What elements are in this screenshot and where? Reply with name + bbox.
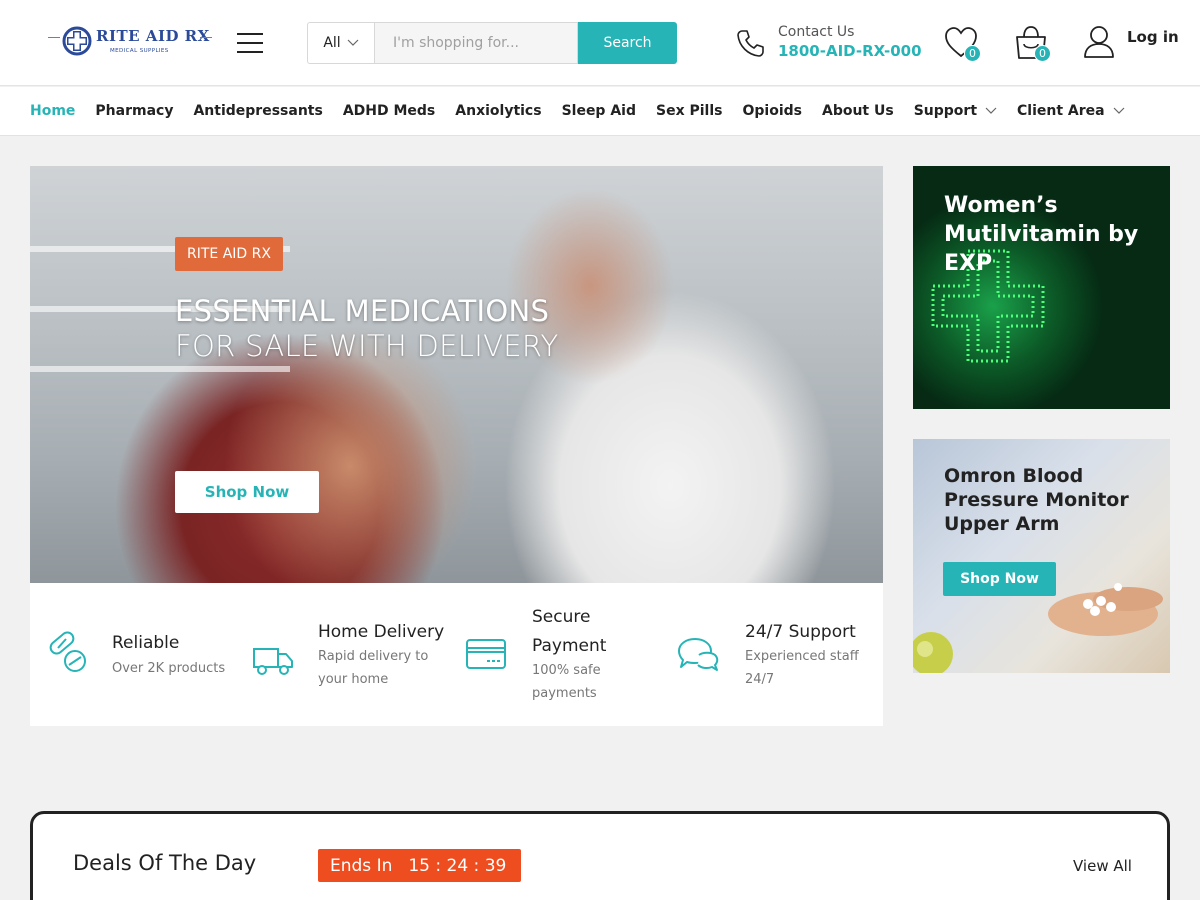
logo-name: RITE AID RX [96, 27, 210, 45]
countdown-value: 15 : 24 : 39 [408, 855, 507, 876]
hero-title: ESSENTIAL MEDICATIONS [175, 294, 550, 328]
feature-reliable: Reliable Over 2K products [30, 583, 240, 726]
cart-count-badge: 0 [1034, 45, 1051, 62]
nav-item-pharmacy[interactable]: Pharmacy [95, 103, 173, 119]
search-category-select[interactable]: All [307, 22, 374, 64]
feature-support: 24/7 Support Experienced staff 24/7 [665, 583, 883, 726]
logo-rule-left [48, 37, 60, 38]
nav-label: Support [913, 103, 978, 119]
feature-subtitle: Rapid delivery to your home [318, 649, 429, 687]
login-label: Log in [1127, 28, 1179, 46]
countdown-label: Ends In [330, 855, 393, 876]
nav-label: Pharmacy [95, 103, 174, 119]
user-icon [1084, 26, 1114, 58]
wishlist-count-badge: 0 [964, 45, 981, 62]
pharmacy-shelf [30, 366, 290, 372]
view-all-link[interactable]: View All [1073, 857, 1132, 875]
search-bar: All Search [307, 22, 677, 64]
nav-item-adhd-meds[interactable]: ADHD Meds [343, 103, 435, 119]
nav-label: Anxiolytics [455, 103, 542, 119]
multivitamin-promo-banner[interactable]: Women’s Mutilvitamin by EXP [913, 166, 1170, 409]
nav-label: Client Area [1017, 103, 1105, 119]
main-nav: Home Pharmacy Antidepressants ADHD Meds … [0, 87, 1200, 136]
feature-subtitle: Experienced staff 24/7 [745, 649, 859, 687]
feature-secure-payment: Secure Payment 100% safe payments [455, 583, 665, 726]
feature-subtitle: 100% safe payments [532, 663, 601, 701]
deals-of-the-day-section: Deals Of The Day Ends In 15 : 24 : 39 Vi… [30, 811, 1170, 900]
feature-title: Home Delivery [318, 622, 445, 642]
logo-tagline: MEDICAL SUPPLIES [110, 48, 169, 54]
nav-label: About Us [821, 103, 894, 119]
nav-label: Sex Pills [656, 103, 723, 119]
wishlist-button[interactable]: 0 [943, 24, 981, 62]
nav-item-antidepressants[interactable]: Antidepressants [193, 103, 322, 119]
chevron-down-icon [347, 39, 359, 46]
chat-bubbles-icon [678, 638, 719, 671]
site-logo[interactable]: RITE AID RX MEDICAL SUPPLIES [48, 24, 212, 64]
search-button[interactable]: Search [578, 22, 677, 64]
countdown-timer: Ends In 15 : 24 : 39 [318, 849, 521, 882]
hero-tag: RITE AID RX [175, 237, 283, 271]
contact-label: Contact Us [778, 24, 855, 40]
contact-block[interactable]: Contact Us 1800-AID-RX-000 [735, 24, 922, 64]
promo-shop-now-button[interactable]: Shop Now [943, 562, 1056, 596]
menu-icon[interactable] [237, 33, 263, 53]
login-link[interactable]: Log in [1083, 24, 1183, 62]
search-input[interactable] [374, 22, 578, 64]
cart-button[interactable]: 0 [1013, 24, 1051, 62]
credit-card-icon [466, 639, 506, 669]
medical-cross-icon [62, 26, 92, 56]
nav-label: Home [30, 103, 76, 119]
feature-home-delivery: Home Delivery Rapid delivery to your hom… [240, 583, 455, 726]
feature-title: Reliable [112, 633, 180, 653]
nav-item-opioids[interactable]: Opioids [742, 103, 802, 119]
search-category-value: All [323, 35, 341, 51]
chevron-down-icon [1113, 107, 1125, 114]
feature-subtitle: Over 2K products [112, 661, 226, 676]
chevron-down-icon [985, 107, 997, 114]
nav-label: Sleep Aid [561, 103, 636, 119]
contact-phone[interactable]: 1800-AID-RX-000 [778, 42, 922, 60]
pills-icon [49, 631, 86, 672]
hero-banner: RITE AID RX ESSENTIAL MEDICATIONS FOR SA… [30, 166, 883, 583]
nav-item-sleep-aid[interactable]: Sleep Aid [562, 103, 636, 119]
nav-item-support[interactable]: Support [914, 103, 997, 119]
hero-subtitle: FOR SALE WITH DELIVERY [175, 329, 559, 363]
feature-title: 24/7 Support [745, 622, 856, 642]
nav-item-about-us[interactable]: About Us [822, 103, 894, 119]
blood-pressure-promo-banner: Omron Blood Pressure Monitor Upper Arm S… [913, 439, 1170, 673]
section-title: Deals Of The Day [73, 851, 257, 875]
features-strip: Reliable Over 2K products Home Delivery … [30, 583, 883, 726]
phone-icon [737, 30, 764, 57]
nav-item-home[interactable]: Home [30, 103, 75, 119]
promo-title: Women’s Mutilvitamin by EXP [944, 193, 1139, 276]
nav-label: ADHD Meds [342, 103, 436, 119]
nav-label: Antidepressants [193, 103, 323, 119]
nav-item-sex-pills[interactable]: Sex Pills [656, 103, 722, 119]
site-header: RITE AID RX MEDICAL SUPPLIES All Search … [0, 0, 1200, 86]
logo-rule-right [200, 37, 212, 38]
promo-title: Omron Blood Pressure Monitor Upper Arm [944, 465, 1129, 535]
feature-title: Secure Payment [532, 607, 607, 656]
truck-icon [253, 648, 293, 675]
nav-item-anxiolytics[interactable]: Anxiolytics [455, 103, 541, 119]
hero-shop-now-button[interactable]: Shop Now [175, 471, 319, 513]
nav-item-client-area[interactable]: Client Area [1017, 103, 1125, 119]
nav-label: Opioids [742, 103, 802, 119]
